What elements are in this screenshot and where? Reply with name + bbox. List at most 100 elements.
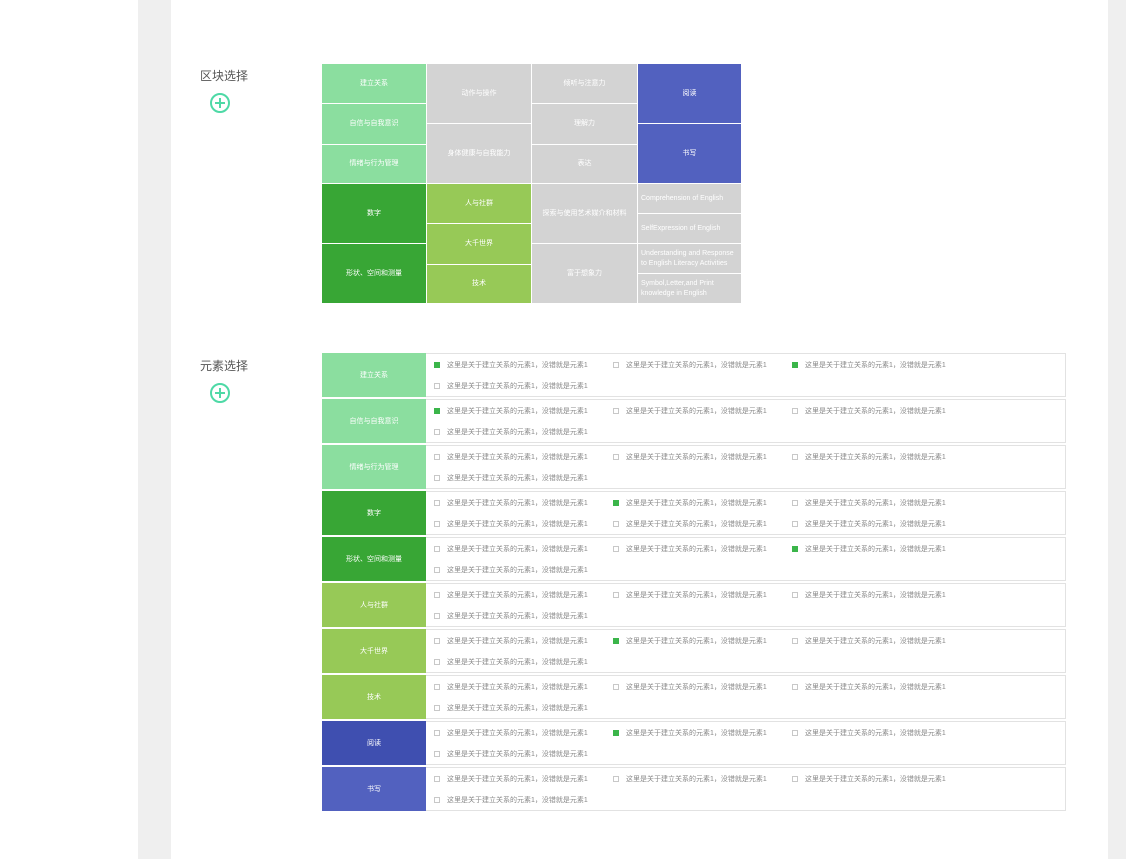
element-checkbox[interactable] bbox=[434, 729, 440, 736]
block-cell[interactable]: 动作与操作 bbox=[427, 64, 531, 123]
element-item[interactable]: 这里是关于建立关系的元素1，没错就是元素1 bbox=[792, 676, 971, 697]
element-checkbox[interactable] bbox=[434, 474, 440, 481]
element-item[interactable]: 这里是关于建立关系的元素1，没错就是元素1 bbox=[434, 421, 613, 442]
element-checkbox[interactable] bbox=[613, 453, 619, 460]
element-row-title[interactable]: 情绪与行为管理 bbox=[322, 445, 426, 489]
element-checkbox[interactable] bbox=[434, 796, 440, 803]
element-checkbox[interactable] bbox=[613, 545, 619, 552]
block-cell[interactable]: 数字 bbox=[322, 184, 426, 243]
element-item[interactable]: 这里是关于建立关系的元素1，没错就是元素1 bbox=[792, 492, 971, 513]
element-checkbox[interactable] bbox=[434, 453, 440, 460]
element-checkbox[interactable] bbox=[792, 361, 798, 368]
element-item[interactable]: 这里是关于建立关系的元素1，没错就是元素1 bbox=[434, 446, 613, 467]
element-row-title[interactable]: 建立关系 bbox=[322, 353, 426, 397]
element-checkbox[interactable] bbox=[792, 453, 798, 460]
block-cell[interactable]: 富于想象力 bbox=[532, 244, 637, 303]
element-item[interactable]: 这里是关于建立关系的元素1，没错就是元素1 bbox=[434, 789, 613, 810]
element-item[interactable]: 这里是关于建立关系的元素1，没错就是元素1 bbox=[792, 400, 971, 421]
element-add-icon[interactable] bbox=[210, 383, 230, 403]
element-checkbox[interactable] bbox=[434, 612, 440, 619]
element-checkbox[interactable] bbox=[792, 499, 798, 506]
element-checkbox[interactable] bbox=[613, 361, 619, 368]
element-checkbox[interactable] bbox=[434, 683, 440, 690]
element-item[interactable]: 这里是关于建立关系的元素1，没错就是元素1 bbox=[434, 605, 613, 626]
element-item[interactable]: 这里是关于建立关系的元素1，没错就是元素1 bbox=[792, 722, 971, 743]
element-checkbox[interactable] bbox=[434, 361, 440, 368]
element-item[interactable]: 这里是关于建立关系的元素1，没错就是元素1 bbox=[434, 538, 613, 559]
block-cell[interactable]: Comprehension of English bbox=[638, 184, 741, 213]
element-checkbox[interactable] bbox=[792, 637, 798, 644]
element-item[interactable]: 这里是关于建立关系的元素1，没错就是元素1 bbox=[434, 651, 613, 672]
element-row-title[interactable]: 自信与自我意识 bbox=[322, 399, 426, 443]
element-checkbox[interactable] bbox=[792, 545, 798, 552]
block-cell[interactable]: 情绪与行为管理 bbox=[322, 145, 426, 183]
element-item[interactable]: 这里是关于建立关系的元素1，没错就是元素1 bbox=[613, 630, 792, 651]
element-checkbox[interactable] bbox=[434, 750, 440, 757]
element-item[interactable]: 这里是关于建立关系的元素1，没错就是元素1 bbox=[613, 513, 792, 534]
block-cell[interactable]: 理解力 bbox=[532, 104, 637, 144]
element-item[interactable]: 这里是关于建立关系的元素1，没错就是元素1 bbox=[613, 446, 792, 467]
element-checkbox[interactable] bbox=[434, 704, 440, 711]
element-item[interactable]: 这里是关于建立关系的元素1，没错就是元素1 bbox=[613, 584, 792, 605]
element-row-title[interactable]: 大千世界 bbox=[322, 629, 426, 673]
element-checkbox[interactable] bbox=[434, 382, 440, 389]
element-checkbox[interactable] bbox=[434, 545, 440, 552]
element-item[interactable]: 这里是关于建立关系的元素1，没错就是元素1 bbox=[434, 722, 613, 743]
element-checkbox[interactable] bbox=[613, 729, 619, 736]
element-row-title[interactable]: 形状、空间和测量 bbox=[322, 537, 426, 581]
element-checkbox[interactable] bbox=[434, 591, 440, 598]
block-cell[interactable]: Symbol,Letter,and Print knowledge in Eng… bbox=[638, 274, 741, 303]
element-item[interactable]: 这里是关于建立关系的元素1，没错就是元素1 bbox=[792, 768, 971, 789]
element-item[interactable]: 这里是关于建立关系的元素1，没错就是元素1 bbox=[434, 676, 613, 697]
element-checkbox[interactable] bbox=[792, 591, 798, 598]
element-checkbox[interactable] bbox=[613, 499, 619, 506]
element-checkbox[interactable] bbox=[792, 520, 798, 527]
element-item[interactable]: 这里是关于建立关系的元素1，没错就是元素1 bbox=[613, 722, 792, 743]
element-item[interactable]: 这里是关于建立关系的元素1，没错就是元素1 bbox=[613, 676, 792, 697]
block-cell[interactable]: 身体健康与自我能力 bbox=[427, 124, 531, 183]
element-row-title[interactable]: 阅读 bbox=[322, 721, 426, 765]
block-cell[interactable]: 形状、空间和测量 bbox=[322, 244, 426, 303]
block-cell[interactable]: 倾听与注意力 bbox=[532, 64, 637, 103]
element-item[interactable]: 这里是关于建立关系的元素1，没错就是元素1 bbox=[613, 400, 792, 421]
block-cell[interactable]: 自信与自我意识 bbox=[322, 104, 426, 144]
block-cell[interactable]: Understanding and Response to English Li… bbox=[638, 244, 741, 273]
element-row-title[interactable]: 技术 bbox=[322, 675, 426, 719]
element-row-title[interactable]: 数字 bbox=[322, 491, 426, 535]
block-cell[interactable]: 表达 bbox=[532, 145, 637, 183]
element-item[interactable]: 这里是关于建立关系的元素1，没错就是元素1 bbox=[792, 446, 971, 467]
element-item[interactable]: 这里是关于建立关系的元素1，没错就是元素1 bbox=[613, 492, 792, 513]
block-cell[interactable]: 人与社群 bbox=[427, 184, 531, 223]
block-cell[interactable]: 探索与使用艺术媒介和材料 bbox=[532, 184, 637, 243]
element-item[interactable]: 这里是关于建立关系的元素1，没错就是元素1 bbox=[434, 584, 613, 605]
element-checkbox[interactable] bbox=[434, 499, 440, 506]
element-item[interactable]: 这里是关于建立关系的元素1，没错就是元素1 bbox=[792, 513, 971, 534]
element-item[interactable]: 这里是关于建立关系的元素1，没错就是元素1 bbox=[613, 354, 792, 375]
element-checkbox[interactable] bbox=[434, 566, 440, 573]
element-item[interactable]: 这里是关于建立关系的元素1，没错就是元素1 bbox=[792, 354, 971, 375]
element-checkbox[interactable] bbox=[613, 683, 619, 690]
element-checkbox[interactable] bbox=[792, 683, 798, 690]
element-item[interactable]: 这里是关于建立关系的元素1，没错就是元素1 bbox=[434, 743, 613, 764]
element-item[interactable]: 这里是关于建立关系的元素1，没错就是元素1 bbox=[434, 697, 613, 718]
element-checkbox[interactable] bbox=[434, 520, 440, 527]
element-checkbox[interactable] bbox=[434, 775, 440, 782]
block-cell[interactable]: 技术 bbox=[427, 265, 531, 303]
element-item[interactable]: 这里是关于建立关系的元素1，没错就是元素1 bbox=[613, 768, 792, 789]
element-item[interactable]: 这里是关于建立关系的元素1，没错就是元素1 bbox=[434, 492, 613, 513]
element-checkbox[interactable] bbox=[613, 591, 619, 598]
element-checkbox[interactable] bbox=[434, 407, 440, 414]
element-checkbox[interactable] bbox=[434, 658, 440, 665]
element-item[interactable]: 这里是关于建立关系的元素1，没错就是元素1 bbox=[434, 354, 613, 375]
element-checkbox[interactable] bbox=[613, 637, 619, 644]
block-cell[interactable]: 建立关系 bbox=[322, 64, 426, 103]
element-checkbox[interactable] bbox=[613, 520, 619, 527]
element-row-title[interactable]: 书写 bbox=[322, 767, 426, 811]
element-checkbox[interactable] bbox=[613, 775, 619, 782]
element-checkbox[interactable] bbox=[792, 407, 798, 414]
element-item[interactable]: 这里是关于建立关系的元素1，没错就是元素1 bbox=[792, 584, 971, 605]
element-checkbox[interactable] bbox=[792, 775, 798, 782]
element-item[interactable]: 这里是关于建立关系的元素1，没错就是元素1 bbox=[792, 538, 971, 559]
element-checkbox[interactable] bbox=[792, 729, 798, 736]
element-item[interactable]: 这里是关于建立关系的元素1，没错就是元素1 bbox=[434, 400, 613, 421]
